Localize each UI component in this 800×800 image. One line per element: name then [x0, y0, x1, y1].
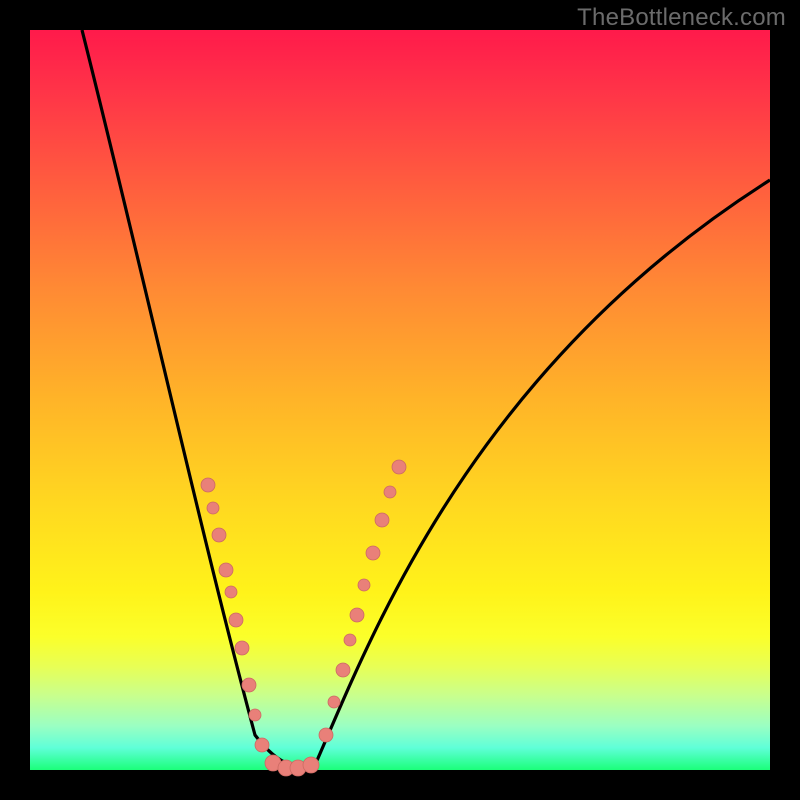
data-marker — [384, 486, 396, 498]
bottleneck-curve-svg — [30, 30, 770, 770]
data-marker — [375, 513, 389, 527]
bottleneck-curve — [82, 30, 770, 767]
data-marker — [255, 738, 269, 752]
chart-frame: TheBottleneck.com — [0, 0, 800, 800]
watermark-text: TheBottleneck.com — [577, 4, 786, 32]
data-marker — [328, 696, 340, 708]
data-marker — [350, 608, 364, 622]
data-marker — [235, 641, 249, 655]
data-marker — [344, 634, 356, 646]
plot-area — [30, 30, 770, 770]
data-marker — [366, 546, 380, 560]
data-marker — [229, 613, 243, 627]
data-marker — [201, 478, 215, 492]
data-marker — [249, 709, 261, 721]
data-marker — [212, 528, 226, 542]
data-marker — [207, 502, 219, 514]
data-marker — [336, 663, 350, 677]
data-marker — [358, 579, 370, 591]
data-marker — [319, 728, 333, 742]
data-marker — [303, 757, 319, 773]
data-marker — [219, 563, 233, 577]
data-marker — [225, 586, 237, 598]
marker-group — [201, 460, 406, 776]
data-marker — [392, 460, 406, 474]
data-marker — [242, 678, 256, 692]
